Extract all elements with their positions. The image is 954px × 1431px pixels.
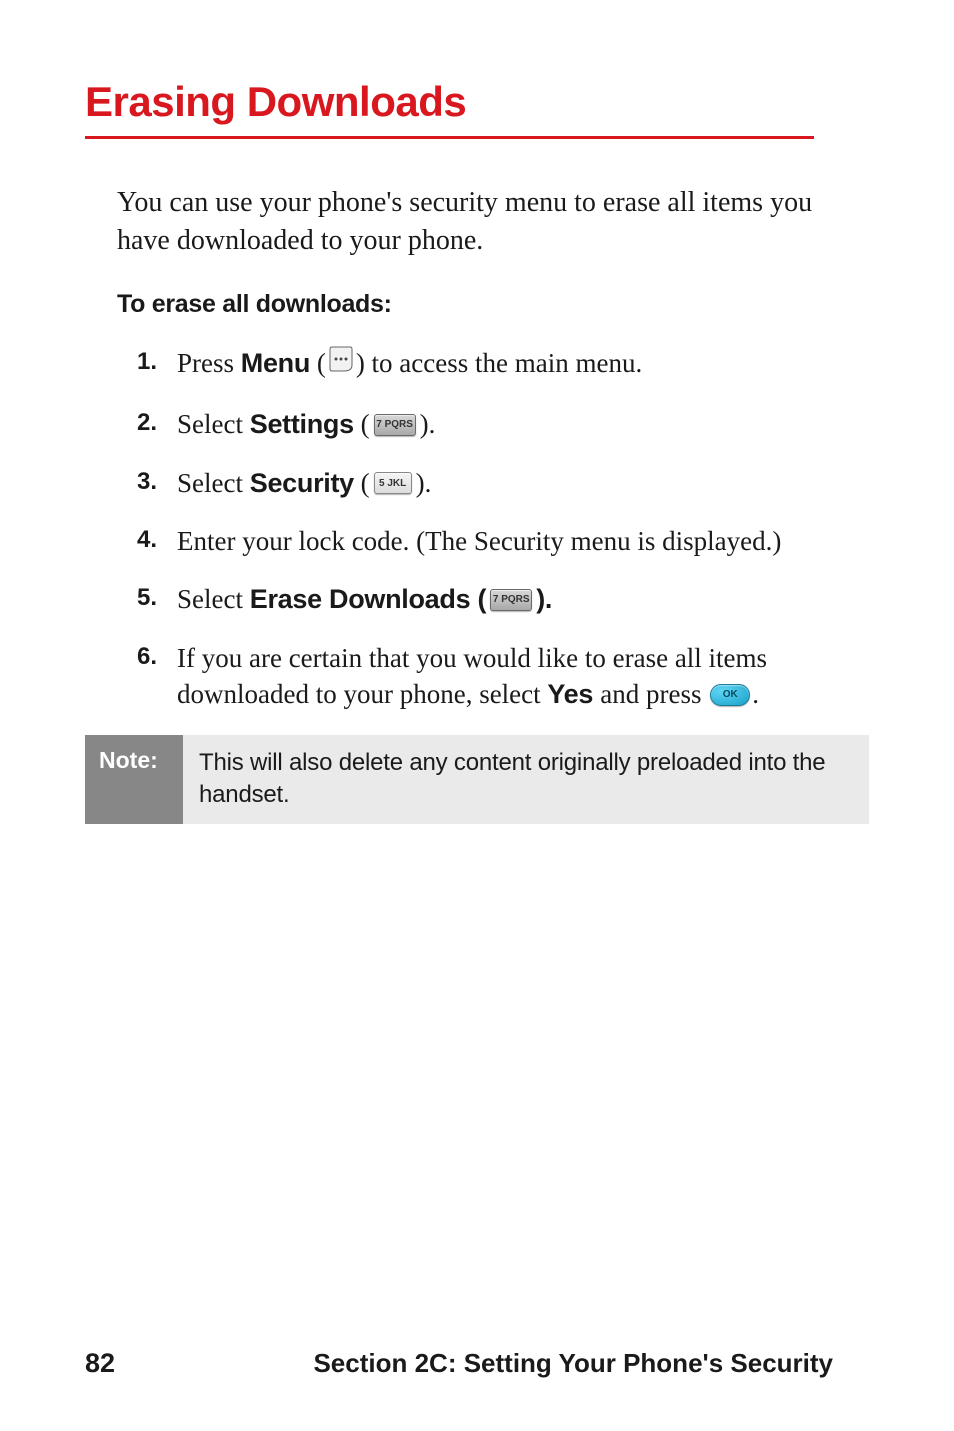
page-content: Erasing Downloads You can use your phone… <box>0 0 954 824</box>
step-text-post2: ) to access the main menu. <box>356 348 642 378</box>
step-text-post2: ). <box>536 584 552 614</box>
step-bold: Erase Downloads <box>250 584 471 614</box>
step-body: Select Settings (7 PQRS). <box>177 406 869 442</box>
intro-paragraph: You can use your phone's security menu t… <box>117 184 869 260</box>
step-body: Select Security (5 JKL). <box>177 465 869 501</box>
key-7-icon: 7 PQRS <box>374 414 416 436</box>
step-text-post1: ( <box>354 468 370 498</box>
step-text-pre: Select <box>177 584 250 614</box>
step-number: 3. <box>137 465 177 498</box>
step-2: 2. Select Settings (7 PQRS). <box>137 406 869 442</box>
note-text: This will also delete any content origin… <box>183 735 869 824</box>
step-list: 1. Press Menu ( ) to access the main menu… <box>137 345 869 713</box>
step-text-post2: ). <box>416 468 432 498</box>
step-number: 2. <box>137 406 177 439</box>
note-label: Note: <box>85 735 183 824</box>
step-body: Select Erase Downloads (7 PQRS). <box>177 581 869 617</box>
step-text-post1: ( <box>310 348 326 378</box>
step-text-pre: Select <box>177 409 250 439</box>
step-number: 1. <box>137 345 177 378</box>
page-footer: 82 Section 2C: Setting Your Phone's Secu… <box>85 1348 869 1379</box>
step-text-post2: ). <box>420 409 436 439</box>
step-bold: Yes <box>547 679 600 709</box>
step-number: 5. <box>137 581 177 614</box>
key-7-icon: 7 PQRS <box>490 589 532 611</box>
page-title: Erasing Downloads <box>85 78 869 126</box>
title-underline <box>85 136 814 139</box>
step-bold: Security <box>250 468 354 498</box>
step-3: 3. Select Security (5 JKL). <box>137 465 869 501</box>
menu-soft-key-icon <box>328 345 354 382</box>
page-number: 82 <box>85 1348 115 1379</box>
step-body: If you are certain that you would like t… <box>177 640 869 713</box>
step-bold: Menu <box>241 348 310 378</box>
step-text-post2: . <box>752 679 759 709</box>
step-5: 5. Select Erase Downloads (7 PQRS). <box>137 581 869 617</box>
step-text-post1: ( <box>354 409 370 439</box>
step-text-pre: Press <box>177 348 241 378</box>
step-number: 4. <box>137 523 177 556</box>
step-1: 1. Press Menu ( ) to access the main menu… <box>137 345 869 385</box>
step-number: 6. <box>137 640 177 673</box>
step-text-post1: ( <box>470 584 486 614</box>
step-6: 6. If you are certain that you would lik… <box>137 640 869 713</box>
note-box: Note: This will also delete any content … <box>85 735 869 824</box>
step-body: Press Menu ( ) to access the main menu. <box>177 345 869 385</box>
ok-button-icon: OK <box>710 684 750 706</box>
sub-heading: To erase all downloads: <box>117 290 869 319</box>
step-text-pre: Select <box>177 468 250 498</box>
key-5-icon: 5 JKL <box>374 472 412 494</box>
step-bold: Settings <box>250 409 354 439</box>
footer-section-title: Section 2C: Setting Your Phone's Securit… <box>313 1348 833 1379</box>
step-text-post1: and press <box>600 679 708 709</box>
step-4: 4. Enter your lock code. (The Security m… <box>137 523 869 559</box>
step-body: Enter your lock code. (The Security menu… <box>177 523 869 559</box>
